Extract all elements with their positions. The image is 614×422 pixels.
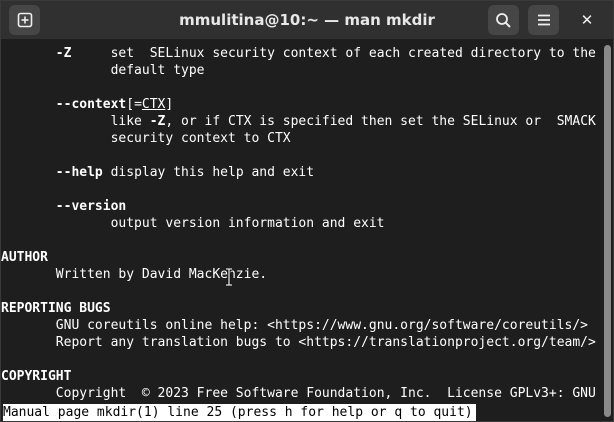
copyright-text: Copyright © 2023 Free Software Foundatio… [55,386,596,401]
context-ctx: CTX [141,97,166,112]
man-line-context-desc: like -Z, or if CTX is specified then set… [1,113,596,130]
copyright-heading: COPYRIGHT [1,369,72,384]
context-open: [= [126,97,142,112]
context-desc-a: like [110,114,150,129]
header-bar: mmulitina@10:~ — man mkdir ✕ [1,1,613,40]
author-text: Written by David MacKenzie. [55,267,268,282]
text-cursor-icon [225,267,233,287]
z-flag: -Z [55,46,72,61]
version-flag: --version [55,199,127,214]
man-line-context-desc2: security context to CTX [1,130,291,147]
help-description: display this help and exit [102,165,315,180]
bugs-line-1: GNU coreutils online help: <https://www.… [55,318,589,333]
close-button[interactable]: ✕ [573,6,601,34]
man-line-help: --help display this help and exit [1,164,314,181]
menu-button[interactable] [528,5,559,35]
window-title: mmulitina@10:~ — man mkdir [179,11,435,29]
pager-status-line: Manual page mkdir(1) line 25 (press h fo… [3,404,476,421]
context-flag: --context [55,97,127,112]
terminal-window: mmulitina@10:~ — man mkdir ✕ -Z set SELi… [0,0,614,422]
man-line-copyright: Copyright © 2023 Free Software Foundatio… [1,385,596,402]
version-description: output version information and exit [110,216,385,231]
close-icon: ✕ [580,11,594,29]
help-flag: --help [55,165,103,180]
search-button[interactable] [488,5,519,35]
author-heading: AUTHOR [1,250,48,265]
context-desc-b: , or if CTX is specified then set the SE… [165,114,596,129]
search-icon [496,12,511,28]
man-line-version-desc: output version information and exit [1,215,385,232]
man-line-z-cont: default type [1,62,205,79]
man-line-z: -Z set SELinux security context of each … [1,45,596,62]
terminal-content[interactable]: -Z set SELinux security context of each … [1,39,601,421]
scrollbar-thumb[interactable] [604,45,611,417]
man-line-bugs-1: GNU coreutils online help: <https://www.… [1,317,588,334]
context-close: ] [165,97,174,112]
man-line-version: --version [1,198,126,215]
context-desc-z: -Z [149,114,166,129]
z-description: set SELinux security context of each cre… [110,46,596,61]
man-line-bugs-2: Report any translation bugs to <https://… [1,334,596,351]
bugs-line-2: Report any translation bugs to <https://… [55,335,596,350]
z-description-cont: default type [110,63,205,78]
hamburger-menu-icon [537,14,550,26]
man-line-context: --context[=CTX] [1,96,173,113]
bugs-heading: REPORTING BUGS [1,301,111,316]
context-desc-2: security context to CTX [110,131,291,146]
